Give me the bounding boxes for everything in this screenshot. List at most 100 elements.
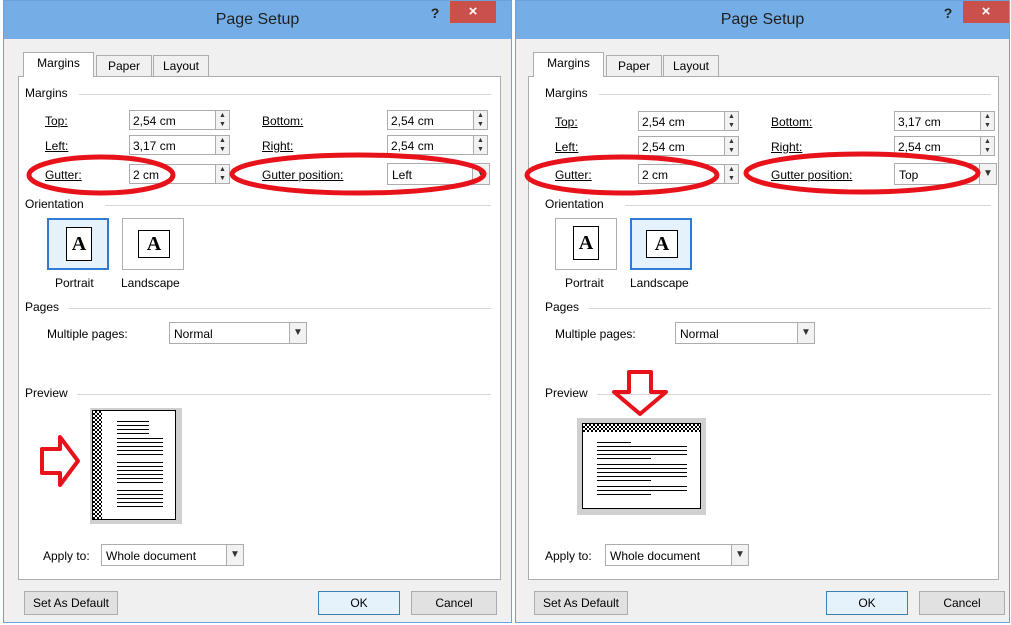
set-as-default-button[interactable]: Set As Default	[24, 591, 118, 615]
top-spinner[interactable]: ▲ ▼	[724, 111, 739, 131]
help-button[interactable]: ?	[937, 3, 959, 23]
set-as-default-button[interactable]: Set As Default	[534, 591, 628, 615]
right-margin-value: 2,54 cm	[898, 140, 941, 154]
gutter-input[interactable]: 2 cm ▲ ▼	[638, 164, 739, 184]
spin-up-icon[interactable]: ▲	[474, 136, 487, 145]
spin-up-icon[interactable]: ▲	[216, 111, 229, 120]
spin-up-icon[interactable]: ▲	[216, 165, 229, 174]
chevron-down-icon[interactable]: ▼	[797, 322, 815, 344]
spin-up-icon[interactable]: ▲	[981, 112, 994, 121]
preview-section-label: Preview	[545, 386, 588, 400]
apply-to-select[interactable]: Whole document ▼	[605, 544, 749, 566]
gutter-spinner[interactable]: ▲ ▼	[215, 164, 230, 184]
tab-layout[interactable]: Layout	[663, 55, 719, 77]
right-margin-input[interactable]: 2,54 cm ▲ ▼	[387, 135, 488, 155]
bottom-margin-input[interactable]: 2,54 cm ▲ ▼	[387, 110, 488, 130]
landscape-label: Landscape	[121, 276, 180, 290]
section-divider	[69, 308, 491, 309]
spin-down-icon[interactable]: ▼	[981, 121, 994, 130]
gutter-position-select[interactable]: Top ▼	[894, 163, 997, 185]
portrait-button[interactable]: A	[47, 218, 109, 270]
text-line	[597, 480, 651, 481]
text-line	[117, 482, 163, 483]
left-spinner[interactable]: ▲ ▼	[215, 135, 230, 155]
chevron-down-icon[interactable]: ▼	[289, 322, 307, 344]
section-divider	[77, 394, 491, 395]
tab-margins[interactable]: Margins	[533, 52, 604, 77]
chevron-down-icon[interactable]: ▼	[731, 544, 749, 566]
portrait-page-icon: A	[573, 226, 599, 260]
tab-margins[interactable]: Margins	[23, 52, 94, 77]
dialog-title: Page Setup	[720, 11, 805, 28]
spin-up-icon[interactable]: ▲	[725, 137, 738, 146]
spin-up-icon[interactable]: ▲	[474, 111, 487, 120]
spin-down-icon[interactable]: ▼	[474, 145, 487, 154]
cancel-button[interactable]: Cancel	[919, 591, 1005, 615]
text-line	[117, 429, 149, 430]
close-button[interactable]: ×	[963, 1, 1009, 23]
multiple-pages-select[interactable]: Normal ▼	[675, 322, 815, 344]
text-line	[597, 472, 687, 473]
tab-paper[interactable]: Paper	[606, 55, 662, 77]
tab-layout[interactable]: Layout	[153, 55, 209, 77]
gutter-label: Gutter:	[45, 168, 82, 182]
portrait-label: Portrait	[55, 276, 94, 290]
chevron-down-icon[interactable]: ▼	[226, 544, 244, 566]
spin-up-icon[interactable]: ▲	[216, 136, 229, 145]
left-margin-input[interactable]: 3,17 cm ▲ ▼	[129, 135, 230, 155]
orientation-section-label: Orientation	[545, 197, 604, 211]
left-margin-input[interactable]: 2,54 cm ▲ ▼	[638, 136, 739, 156]
spin-down-icon[interactable]: ▼	[474, 120, 487, 129]
top-margin-value: 2,54 cm	[133, 114, 176, 128]
text-line	[117, 466, 163, 467]
portrait-button[interactable]: A	[555, 218, 617, 270]
gutter-position-label: Gutter position:	[262, 168, 344, 182]
spin-down-icon[interactable]: ▼	[216, 145, 229, 154]
right-label: Right:	[771, 140, 803, 154]
gutter-position-value: Left	[392, 168, 413, 182]
spin-down-icon[interactable]: ▼	[725, 146, 738, 155]
right-spinner[interactable]: ▲ ▼	[980, 136, 995, 156]
tab-paper[interactable]: Paper	[96, 55, 152, 77]
bottom-margin-input[interactable]: 3,17 cm ▲ ▼	[894, 111, 995, 131]
top-spinner[interactable]: ▲ ▼	[215, 110, 230, 130]
spin-down-icon[interactable]: ▼	[725, 174, 738, 183]
bottom-spinner[interactable]: ▲ ▼	[473, 110, 488, 130]
bottom-label: Bottom:	[771, 115, 813, 129]
multiple-pages-select[interactable]: Normal ▼	[169, 322, 307, 344]
top-margin-input[interactable]: 2,54 cm ▲ ▼	[129, 110, 230, 130]
chevron-down-icon[interactable]: ▼	[979, 163, 997, 185]
title-bar[interactable]: Page Setup ? ×	[516, 1, 1009, 39]
spin-up-icon[interactable]: ▲	[725, 165, 738, 174]
left-spinner[interactable]: ▲ ▼	[724, 136, 739, 156]
right-spinner[interactable]: ▲ ▼	[473, 135, 488, 155]
top-margin-input[interactable]: 2,54 cm ▲ ▼	[638, 111, 739, 131]
ok-button[interactable]: OK	[826, 591, 908, 615]
spin-down-icon[interactable]: ▼	[725, 121, 738, 130]
spin-down-icon[interactable]: ▼	[216, 174, 229, 183]
cancel-button[interactable]: Cancel	[411, 591, 497, 615]
gutter-value: 2 cm	[642, 168, 669, 182]
spin-up-icon[interactable]: ▲	[725, 112, 738, 121]
spin-up-icon[interactable]: ▲	[981, 137, 994, 146]
gutter-label: Gutter:	[555, 168, 592, 182]
gutter-spinner[interactable]: ▲ ▼	[724, 164, 739, 184]
help-button[interactable]: ?	[424, 3, 446, 23]
spin-down-icon[interactable]: ▼	[216, 120, 229, 129]
chevron-down-icon[interactable]: ▼	[472, 163, 490, 185]
preview-section-label: Preview	[25, 386, 68, 400]
section-divider	[589, 308, 991, 309]
landscape-button[interactable]: A	[630, 218, 692, 270]
right-margin-input[interactable]: 2,54 cm ▲ ▼	[894, 136, 995, 156]
apply-to-select[interactable]: Whole document ▼	[101, 544, 244, 566]
bottom-spinner[interactable]: ▲ ▼	[980, 111, 995, 131]
close-button[interactable]: ×	[450, 1, 496, 23]
text-line	[597, 442, 631, 443]
ok-button[interactable]: OK	[318, 591, 400, 615]
text-line	[117, 438, 163, 439]
landscape-button[interactable]: A	[122, 218, 184, 270]
title-bar[interactable]: Page Setup ? ×	[4, 1, 511, 39]
gutter-position-select[interactable]: Left ▼	[387, 163, 490, 185]
spin-down-icon[interactable]: ▼	[981, 146, 994, 155]
gutter-input[interactable]: 2 cm ▲ ▼	[129, 164, 230, 184]
